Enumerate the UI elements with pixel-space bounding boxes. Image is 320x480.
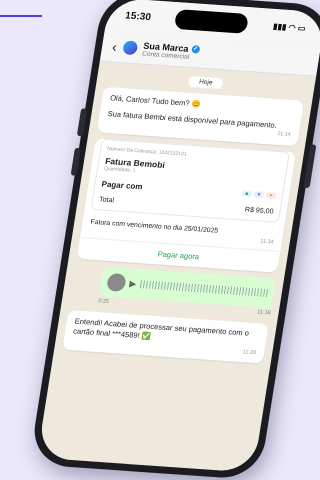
- pay-with-label: Pagar com: [100, 179, 144, 192]
- phone-screen: 15:30 ▮▮▮ ◠ ▭ ‹ Sua Marca ✓ Conta comerc…: [37, 0, 320, 473]
- payment-methods: ◆ V ●: [241, 190, 277, 199]
- brand-logo-icon: [121, 40, 139, 56]
- volume-down-button: [70, 147, 81, 176]
- phone-frame: 15:30 ▮▮▮ ◠ ▭ ‹ Sua Marca ✓ Conta comerc…: [28, 0, 320, 480]
- accent-line: [0, 15, 42, 17]
- audio-duration: 0:25: [97, 298, 110, 306]
- invoice-card: Número Da Cobrança: 1232132131 Fatura Be…: [76, 137, 297, 273]
- invoice-details: Número Da Cobrança: 1232132131 Fatura Be…: [90, 138, 291, 223]
- visa-icon: V: [253, 191, 265, 199]
- volume-up-button: [76, 108, 88, 137]
- total-row: Total R$ 95,00: [99, 196, 274, 215]
- status-time: 15:30: [124, 10, 152, 23]
- verified-icon: ✓: [190, 44, 201, 54]
- power-button: [303, 144, 317, 189]
- total-value: R$ 95,00: [244, 206, 274, 216]
- total-label: Total: [98, 196, 115, 205]
- pix-icon: ◆: [241, 190, 253, 198]
- greeting-message: Olá, Carlos! Tudo bem? 😊 Sua fatura Bemb…: [96, 86, 305, 146]
- avatar: [105, 273, 127, 293]
- chat-body: Hoje Olá, Carlos! Tudo bem? 😊 Sua fatura…: [52, 62, 316, 376]
- back-arrow-icon[interactable]: ‹: [111, 39, 118, 55]
- date-pill: Hoje: [187, 75, 224, 90]
- reply-message: Entendi! Acabei de processar seu pagamen…: [62, 310, 269, 364]
- audio-waveform[interactable]: [139, 280, 269, 298]
- mastercard-icon: ●: [265, 192, 277, 199]
- play-icon[interactable]: ▶: [129, 278, 137, 289]
- audio-time: 11:18: [256, 309, 271, 317]
- signal-wifi-battery-icon: ▮▮▮ ◠ ▭: [272, 21, 307, 33]
